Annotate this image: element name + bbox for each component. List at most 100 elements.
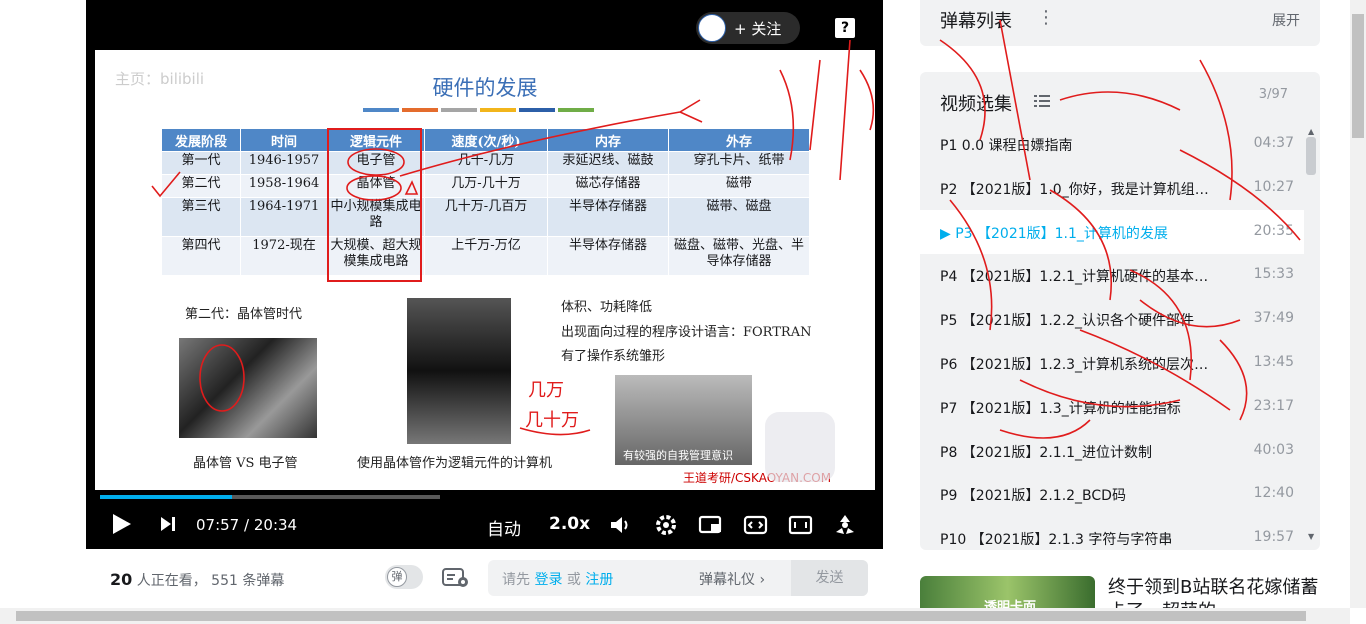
playlist-item-duration: 20:35: [1253, 222, 1294, 239]
playlist-item-duration: 12:40: [1253, 485, 1294, 502]
playlist-item-duration: 37:49: [1253, 310, 1294, 327]
playlist-count: 3/97: [1258, 87, 1288, 102]
playlist-item[interactable]: P2 【2021版】1.0_你好，我是计算机组成... 10:27: [920, 166, 1304, 210]
table-header-cell: 外存: [668, 128, 810, 152]
register-link[interactable]: 注册: [585, 572, 613, 588]
viewer-stats: 20 人正在看， 551 条弹幕: [110, 570, 284, 590]
table-cell: 几万-几十万: [424, 174, 548, 198]
table-cell: 半导体存储器: [547, 236, 669, 276]
h-scroll-thumb[interactable]: [16, 611, 1306, 621]
bullet-2: 出现面向过程的程序设计语言：FORTRAN: [561, 325, 812, 340]
playlist-item-label: P10 【2021版】2.1.3 字符与字符串: [940, 532, 1173, 549]
bullet-1: 体积、功耗降低: [561, 300, 653, 315]
playlist-item[interactable]: P1 0.0 课程白嫖指南 04:37: [920, 122, 1304, 166]
playlist-item[interactable]: P7 【2021版】1.3_计算机的性能指标 23:17: [920, 385, 1304, 429]
playlist-item-label: P2 【2021版】1.0_你好，我是计算机组成...: [940, 181, 1210, 198]
computer-caption: 使用晶体管作为逻辑元件的计算机: [357, 456, 553, 471]
or-text: 或: [566, 572, 581, 588]
follow-button[interactable]: + 关注: [696, 12, 800, 44]
video-frame-slide: 主页：bilibili 硬件的发展 发展阶段 时间 逻辑元件 速度(次/秒) 内存 外存 …: [95, 50, 875, 490]
table-cell: 第一代: [161, 151, 241, 175]
bullet-3: 有了操作系统雏形: [561, 349, 666, 364]
expand-button[interactable]: 展开: [1272, 10, 1300, 30]
playlist-item-duration: 13:45: [1253, 354, 1294, 370]
playlist-panel: 视频选集 3/97 P1 0.0 课程白嫖指南 04:37 P2 【2021版】1.…: [920, 72, 1320, 550]
quality-button[interactable]: 自动: [487, 515, 521, 540]
progress-fill: [100, 495, 232, 499]
playlist-item-duration: 10:27: [1253, 178, 1294, 195]
settings-icon[interactable]: [654, 513, 678, 541]
playlist-item[interactable]: P4 【2021版】1.2.1_计算机硬件的基本组成 15:33: [920, 253, 1304, 297]
scroll-up-icon[interactable]: ▲: [1308, 127, 1314, 136]
color-bar: [363, 108, 399, 112]
playlist-item-label: P1 0.0 课程白嫖指南: [940, 138, 1073, 154]
picture-in-picture-icon[interactable]: [698, 514, 724, 540]
viewer-count: 20: [110, 570, 133, 589]
more-icon[interactable]: ⋮: [1037, 7, 1055, 28]
table-cell: 穿孔卡片、纸带: [668, 151, 810, 175]
list-icon[interactable]: [1034, 94, 1050, 108]
speed-button[interactable]: 2.0x: [549, 514, 590, 534]
playlist-item[interactable]: P5 【2021版】1.2.2_认识各个硬件部件 37:49: [920, 297, 1304, 341]
table-cell: 1972-现在: [240, 236, 328, 276]
table-cell: 1958-1964: [240, 174, 328, 198]
table-cell: 半导体存储器: [547, 197, 669, 237]
login-link[interactable]: 登录: [534, 572, 562, 588]
next-icon[interactable]: [158, 514, 178, 538]
playlist-item-duration: 19:57: [1253, 529, 1294, 546]
computer-photo: [407, 298, 511, 444]
playlist-item[interactable]: ▶ P3 【2021版】1.1_计算机的发展 20:35: [920, 209, 1304, 254]
playlist-item[interactable]: P8 【2021版】2.1.1_进位计数制 40:03: [920, 429, 1304, 473]
playlist-title: 视频选集: [940, 94, 1012, 115]
total-time: 20:34: [253, 516, 298, 534]
color-bar: [558, 108, 594, 112]
page-scroll-thumb[interactable]: [1352, 14, 1364, 138]
table-header-cell: 时间: [240, 128, 328, 152]
scroll-down-icon[interactable]: ▼: [1308, 532, 1314, 541]
page-vertical-scrollbar[interactable]: [1350, 0, 1366, 608]
page-horizontal-scrollbar[interactable]: [0, 608, 1350, 624]
playlist-item-label: P7 【2021版】1.3_计算机的性能指标: [940, 400, 1181, 417]
table-row: 第一代 1946-1957 电子管 几千-几万 汞延迟线、磁鼓 穿孔卡片、纸带: [161, 151, 810, 175]
playlist-item-label: P9 【2021版】2.1.2_BCD码: [940, 488, 1126, 505]
table-header-cell: 速度(次/秒): [424, 128, 548, 152]
table-cell: 1964-1971: [240, 197, 328, 237]
table-cell: 磁带: [668, 174, 810, 198]
uploader-avatar: [698, 14, 726, 42]
table-cell: 磁带、磁盘: [668, 197, 810, 237]
danmu-list-title: 弹幕列表: [940, 11, 1012, 32]
playlist-item[interactable]: P6 【2021版】1.2.3_计算机系统的层次结构 13:45: [920, 341, 1304, 385]
widescreen-icon[interactable]: [743, 514, 769, 540]
dog-photo: 有较强的自我管理意识: [615, 375, 752, 465]
table-cell: 第四代: [161, 236, 241, 276]
table-row: 第二代 1958-1964 晶体管 几万-几十万 磁芯存储器 磁带: [161, 174, 810, 198]
playlist-item[interactable]: P10 【2021版】2.1.3 字符与字符串 19:57: [920, 516, 1304, 550]
volume-icon[interactable]: [609, 514, 633, 540]
playlist-item-duration: 15:33: [1253, 266, 1294, 283]
gen2-caption: 第二代：晶体管时代: [185, 307, 303, 322]
tube-photo: [179, 338, 317, 438]
danmu-etiquette-link[interactable]: 弹幕礼仪 ›: [699, 569, 765, 589]
webfullscreen-icon[interactable]: [788, 514, 814, 540]
playlist-item[interactable]: P9 【2021版】2.1.2_BCD码 12:40: [920, 472, 1304, 516]
danmu-toggle-label: 弹: [387, 567, 407, 587]
playlist-scrollbar[interactable]: [1306, 137, 1316, 175]
color-bar: [480, 108, 516, 112]
danmu-count: 551: [211, 573, 238, 589]
table-cell: 汞延迟线、磁鼓: [547, 151, 669, 175]
table-header-cell: 内存: [547, 128, 669, 152]
table-cell: 上千万-万亿: [424, 236, 548, 276]
danmu-toggle[interactable]: 弹: [385, 565, 423, 589]
danmu-list-header[interactable]: 弹幕列表 ⋮ 展开: [920, 0, 1320, 46]
danmu-count-text: 条弹幕: [242, 573, 285, 589]
table-row: 第三代 1964-1971 中小规模集成电路 几十万-几百万 半导体存储器 磁带、磁盘: [161, 197, 810, 237]
playlist-item-duration: 04:37: [1253, 135, 1294, 151]
fullscreen-icon[interactable]: [832, 512, 858, 542]
table-row: 第四代 1972-现在 大规模、超大规模集成电路 上千万-万亿 半导体存储器 磁盘、磁带、…: [161, 236, 810, 276]
help-icon[interactable]: ?: [835, 18, 855, 38]
play-icon[interactable]: [110, 512, 132, 540]
color-bar: [441, 108, 477, 112]
danmu-settings-icon[interactable]: [442, 567, 470, 593]
send-button[interactable]: 发送: [791, 560, 868, 596]
red-highlight-box: [327, 128, 422, 282]
